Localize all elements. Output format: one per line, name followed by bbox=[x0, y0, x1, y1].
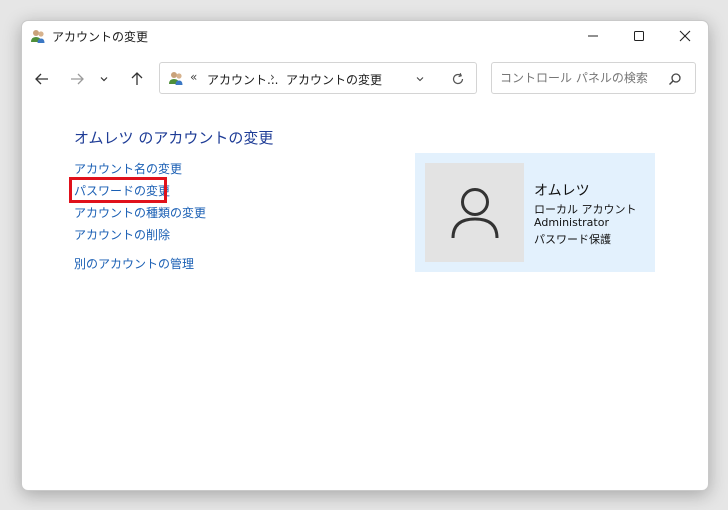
users-icon bbox=[168, 70, 184, 86]
user-tile: オムレツ ローカル アカウント Administrator パスワード保護 bbox=[415, 153, 655, 272]
account-window: アカウントの変更 « アカウント... › アカウントの変更 コントロール パネ… bbox=[21, 20, 709, 491]
address-bar[interactable]: « アカウント... › アカウントの変更 bbox=[159, 62, 477, 94]
back-button[interactable] bbox=[30, 67, 54, 91]
search-input[interactable] bbox=[500, 69, 660, 87]
delete-account-link[interactable]: アカウントの削除 bbox=[74, 226, 170, 243]
breadcrumb-overflow-button[interactable]: « bbox=[190, 70, 197, 84]
highlight-annotation bbox=[69, 177, 167, 203]
role-label: Administrator bbox=[534, 216, 609, 229]
breadcrumb-separator[interactable]: › bbox=[270, 70, 275, 84]
page-title: オムレツ のアカウントの変更 bbox=[74, 129, 274, 147]
breadcrumb-user-accounts[interactable]: アカウント... bbox=[207, 71, 278, 88]
change-account-name-link[interactable]: アカウント名の変更 bbox=[74, 160, 182, 177]
window-title: アカウントの変更 bbox=[52, 30, 149, 44]
manage-another-account-link[interactable]: 別のアカウントの管理 bbox=[74, 255, 194, 272]
title-bar: アカウントの変更 bbox=[22, 21, 708, 51]
up-button[interactable] bbox=[125, 67, 149, 91]
minimize-button[interactable] bbox=[570, 21, 616, 51]
forward-button[interactable] bbox=[65, 67, 89, 91]
password-status-label: パスワード保護 bbox=[534, 233, 611, 246]
close-icon bbox=[679, 30, 691, 42]
chevron-down-icon bbox=[100, 77, 108, 82]
recent-locations-button[interactable] bbox=[96, 67, 112, 91]
refresh-button[interactable] bbox=[449, 70, 467, 88]
minimize-icon bbox=[588, 35, 598, 37]
close-button[interactable] bbox=[662, 21, 708, 51]
search-icon[interactable] bbox=[668, 71, 684, 87]
address-dropdown-button[interactable] bbox=[412, 71, 428, 87]
account-type-label: ローカル アカウント bbox=[534, 203, 637, 216]
users-icon bbox=[30, 28, 46, 44]
maximize-icon bbox=[634, 31, 644, 41]
user-avatar-icon bbox=[451, 187, 498, 238]
arrow-up-icon bbox=[131, 72, 143, 85]
breadcrumb-current[interactable]: アカウントの変更 bbox=[286, 71, 382, 88]
maximize-button[interactable] bbox=[616, 21, 662, 51]
change-account-type-link[interactable]: アカウントの種類の変更 bbox=[74, 204, 206, 221]
user-name: オムレツ bbox=[534, 183, 590, 199]
search-box[interactable] bbox=[491, 62, 696, 94]
chevron-down-icon bbox=[416, 77, 424, 82]
arrow-right-icon bbox=[71, 73, 84, 85]
refresh-icon bbox=[452, 72, 464, 85]
arrow-left-icon bbox=[35, 73, 48, 85]
avatar bbox=[425, 163, 524, 262]
